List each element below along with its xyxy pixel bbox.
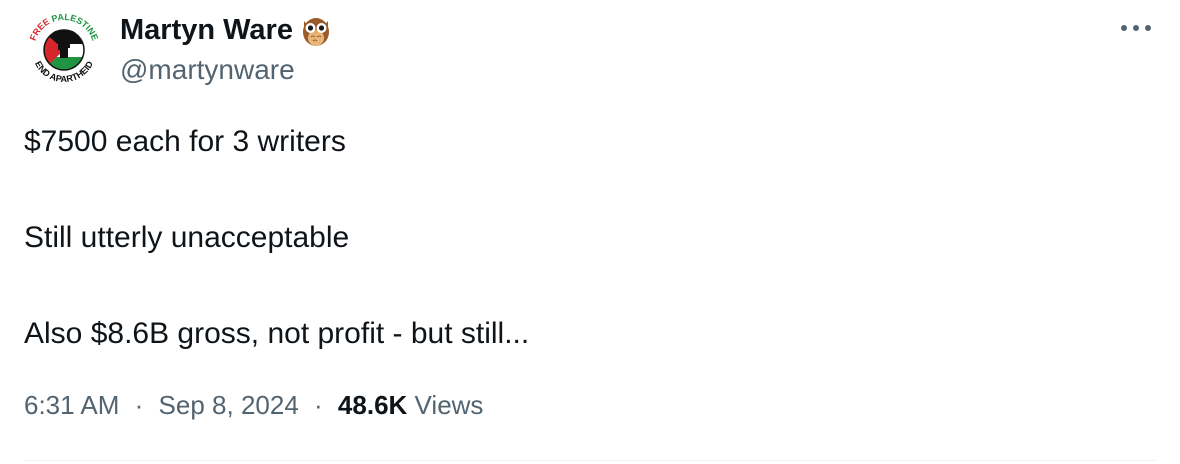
user-block: Martyn Ware @martynware (120, 10, 331, 86)
separator: · (314, 390, 323, 420)
views-count[interactable]: 48.6K (338, 390, 407, 420)
separator: · (134, 390, 144, 420)
display-name[interactable]: Martyn Ware (120, 14, 293, 47)
tweet-time[interactable]: 6:31 AM (24, 390, 119, 420)
owl-icon (301, 13, 331, 47)
views-label: Views (414, 390, 484, 420)
tweet-line: Also $8.6B gross, not profit - but still… (24, 317, 530, 350)
more-button[interactable] (1118, 16, 1154, 40)
tweet-meta: 6:31 AM · Sep 8, 2024 · 48.6K Views (24, 390, 483, 421)
tweet-line: $7500 each for 3 writers (24, 125, 346, 158)
tweet: FREE PALESTINE END APARTHEID Martyn Ware (0, 0, 1180, 464)
tweet-line: Still utterly unacceptable (24, 221, 350, 254)
tweet-text: $7500 each for 3 writers Still utterly u… (24, 118, 1154, 358)
handle[interactable]: @martynware (120, 54, 331, 86)
display-name-row: Martyn Ware (120, 10, 331, 50)
avatar[interactable]: FREE PALESTINE END APARTHEID (24, 10, 104, 90)
divider (24, 460, 1156, 461)
free-palestine-end-apartheid-logo: FREE PALESTINE END APARTHEID (25, 11, 103, 89)
tweet-date[interactable]: Sep 8, 2024 (159, 390, 299, 420)
more-horizontal-icon (1121, 25, 1151, 31)
